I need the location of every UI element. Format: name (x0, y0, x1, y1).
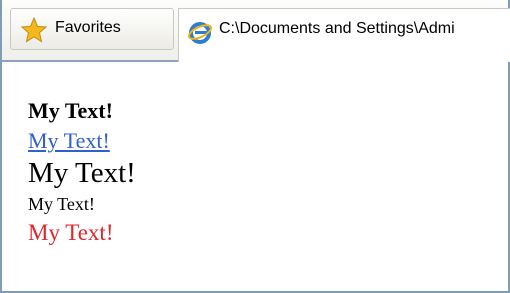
favorites-button[interactable]: Favorites (10, 8, 174, 50)
favorites-label: Favorites (55, 19, 121, 36)
page-content: My Text! My Text! My Text! My Text! My T… (28, 96, 136, 248)
small-text: My Text! (28, 194, 95, 214)
browser-toolbar: Favorites C:\Documents and Settings\Admi (2, 0, 510, 62)
bold-text: My Text! (28, 98, 113, 123)
browser-tab[interactable]: C:\Documents and Settings\Admi (178, 8, 510, 62)
star-icon (21, 17, 47, 43)
ie-icon (187, 22, 213, 44)
browser-window: Favorites C:\Documents and Settings\Admi… (0, 0, 510, 293)
red-text: My Text! (28, 220, 114, 245)
text-link[interactable]: My Text! (28, 126, 136, 156)
large-text: My Text! (28, 157, 136, 189)
tab-title: C:\Documents and Settings\Admi (219, 20, 455, 37)
